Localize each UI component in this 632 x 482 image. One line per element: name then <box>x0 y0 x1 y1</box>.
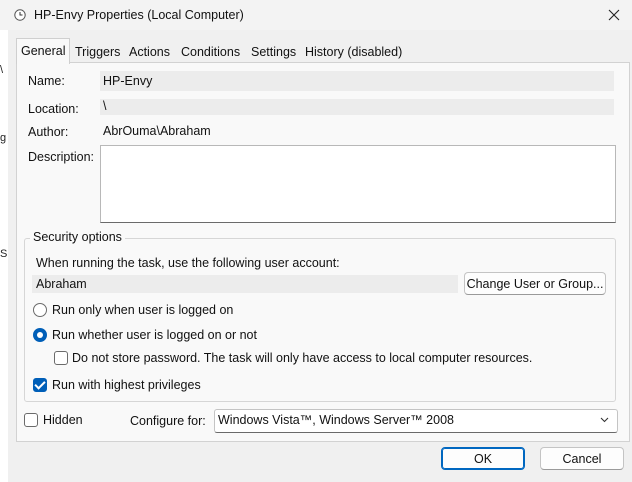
location-field <box>100 99 614 115</box>
tab-actions[interactable]: Actions <box>128 42 171 62</box>
location-value: \ <box>103 99 107 113</box>
name-label: Name: <box>28 74 65 88</box>
cancel-button[interactable]: Cancel <box>540 447 624 470</box>
author-label: Author: <box>28 125 69 139</box>
location-label: Location: <box>28 102 79 116</box>
background-glyph: g <box>0 132 7 144</box>
name-field <box>100 71 614 91</box>
description-input[interactable] <box>100 145 616 223</box>
checkbox-no-store-password[interactable] <box>54 351 68 365</box>
name-value: HP-Envy <box>103 74 153 88</box>
chevron-down-icon <box>600 417 609 423</box>
change-user-button[interactable]: Change User or Group... <box>464 272 606 295</box>
tab-history[interactable]: History (disabled) <box>304 42 403 62</box>
checkbox-hidden[interactable] <box>24 413 38 427</box>
radio-run-logged-on-label: Run only when user is logged on <box>52 303 234 317</box>
configure-for-label: Configure for: <box>130 414 206 428</box>
tab-triggers[interactable]: Triggers <box>74 42 121 62</box>
author-value: AbrOuma\Abraham <box>103 124 211 138</box>
checkbox-highest-privileges-label: Run with highest privileges <box>52 378 201 392</box>
tab-conditions[interactable]: Conditions <box>180 42 241 62</box>
radio-run-whether-label: Run whether user is logged on or not <box>52 328 257 342</box>
description-label: Description: <box>28 150 94 164</box>
background-glyph: \ <box>0 64 4 76</box>
background-glyph: S <box>0 248 8 260</box>
background-window-edge: \ g S <box>0 28 8 482</box>
security-options-title: Security options <box>30 230 125 244</box>
radio-run-logged-on[interactable] <box>33 303 47 317</box>
tab-general[interactable]: General <box>16 38 71 64</box>
clock-icon <box>14 9 26 21</box>
tab-settings[interactable]: Settings <box>250 42 297 62</box>
ok-button[interactable]: OK <box>441 447 525 470</box>
window-title: HP-Envy Properties (Local Computer) <box>34 8 244 22</box>
configure-for-value: Windows Vista™, Windows Server™ 2008 <box>218 413 454 427</box>
user-account-field <box>32 275 458 293</box>
user-account-value: Abraham <box>36 277 87 291</box>
checkbox-hidden-label: Hidden <box>43 413 83 427</box>
account-prompt: When running the task, use the following… <box>36 256 340 270</box>
checkbox-no-store-password-label: Do not store password. The task will onl… <box>72 351 533 365</box>
close-icon[interactable] <box>606 7 622 23</box>
radio-run-whether[interactable] <box>33 328 47 342</box>
checkbox-highest-privileges[interactable] <box>33 378 47 392</box>
